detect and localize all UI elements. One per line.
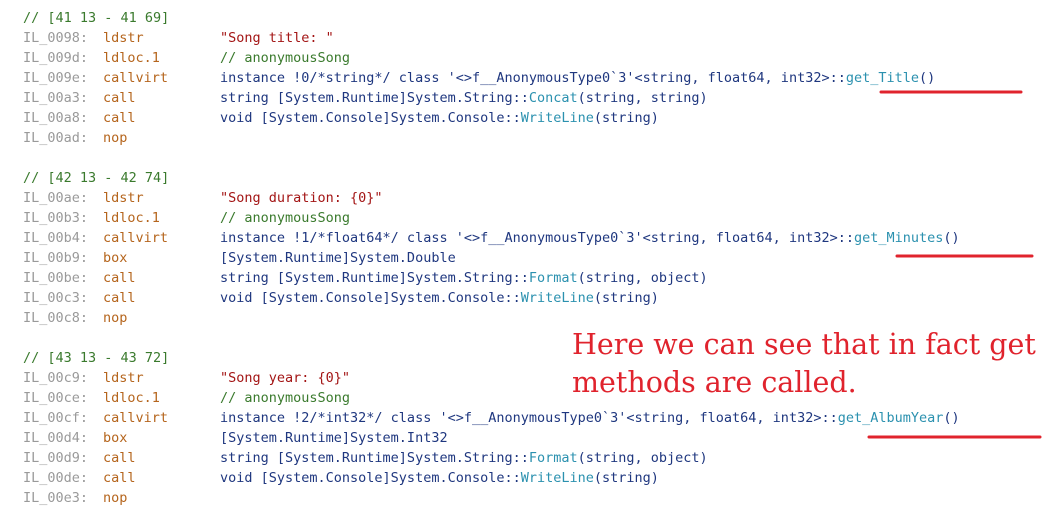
annotation-text: Here we can see that in fact get methods… [572,328,1036,399]
underline-markers [867,90,1042,439]
